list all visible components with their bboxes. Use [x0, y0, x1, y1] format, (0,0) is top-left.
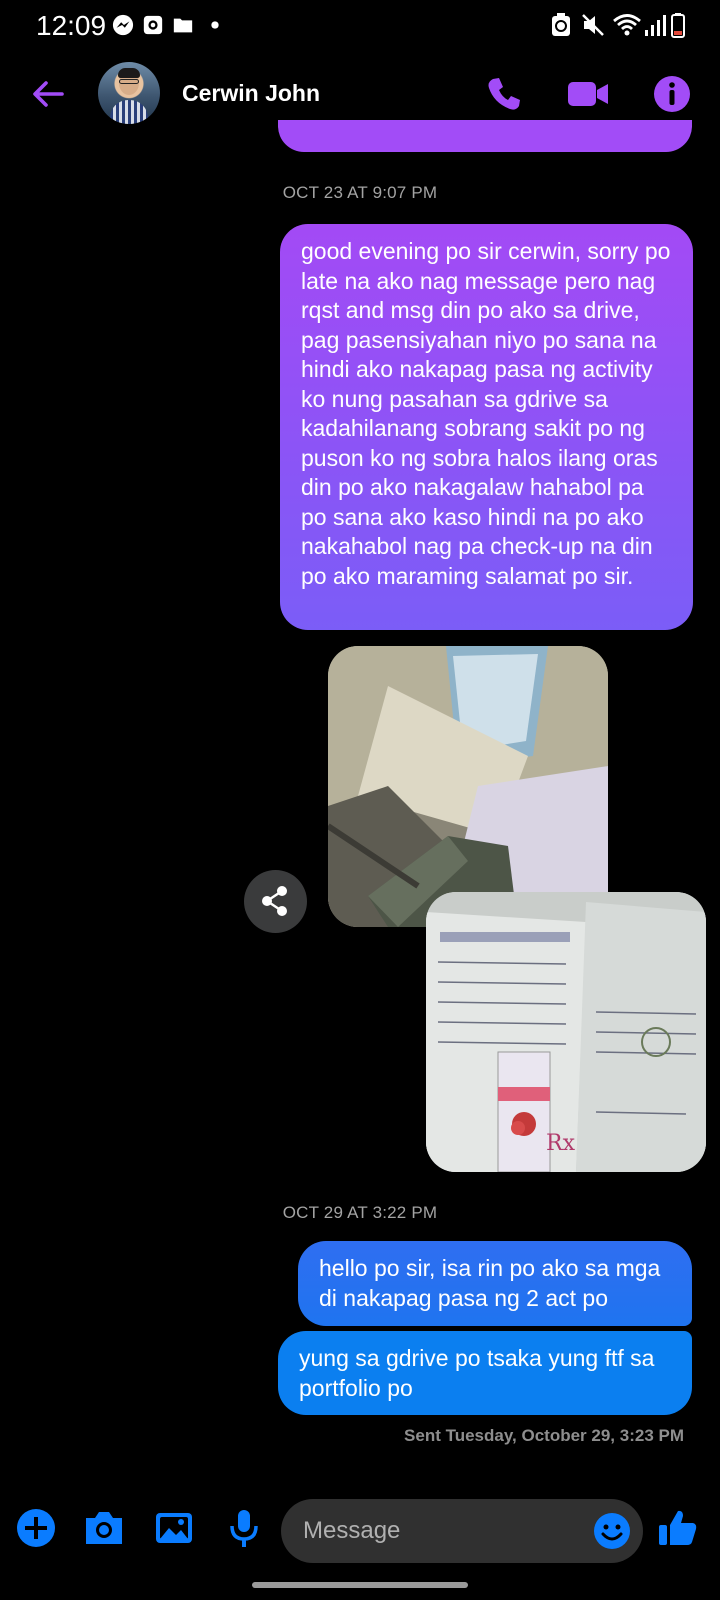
- camera-icon[interactable]: [82, 1506, 126, 1550]
- avatar[interactable]: [98, 62, 160, 124]
- back-arrow-icon[interactable]: [28, 74, 68, 114]
- status-bar: 12:09: [0, 0, 720, 52]
- screenshot-icon: [143, 15, 163, 35]
- message-input[interactable]: [281, 1499, 643, 1563]
- previous-message-bubble: [278, 120, 692, 152]
- signal-icon: [645, 15, 666, 36]
- message-timestamp: OCT 29 AT 3:22 PM: [282, 1203, 438, 1222]
- svg-text:Rx: Rx: [546, 1131, 576, 1156]
- composer: [0, 1490, 720, 1570]
- wifi-icon: [613, 14, 641, 36]
- messenger-icon: [112, 14, 134, 36]
- avatar-glasses: [119, 79, 139, 84]
- mute-icon: [582, 14, 604, 36]
- status-time: 12:09: [36, 10, 107, 41]
- plus-icon[interactable]: [14, 1506, 58, 1550]
- phone-icon[interactable]: [484, 74, 524, 114]
- share-button[interactable]: [244, 870, 307, 933]
- photo-attachment[interactable]: [328, 646, 608, 927]
- share-icon: [262, 886, 287, 916]
- microphone-icon[interactable]: [222, 1506, 266, 1550]
- dot-icon: [211, 21, 219, 29]
- folder-icon: [173, 18, 193, 33]
- emoji-icon[interactable]: [592, 1511, 632, 1551]
- avatar-hair: [118, 68, 140, 78]
- photo-attachment[interactable]: Rx: [426, 892, 706, 1172]
- photo-medical-certificate-icon: Rx: [426, 892, 706, 1172]
- gallery-icon[interactable]: [152, 1506, 196, 1550]
- avatar-shirt: [110, 100, 148, 124]
- battery-low-icon: [671, 13, 685, 38]
- thumbs-up-icon[interactable]: [656, 1506, 700, 1550]
- photo-hospital-bed-icon: [328, 646, 608, 927]
- battery-saver-icon: [552, 13, 570, 36]
- contact-name[interactable]: Cerwin John: [182, 80, 320, 107]
- message-bubble[interactable]: good evening po sir cerwin, sorry po lat…: [280, 224, 693, 630]
- message-bubble[interactable]: yung sa gdrive po tsaka yung ftf sa port…: [278, 1331, 692, 1415]
- video-call-icon[interactable]: [566, 74, 610, 114]
- home-indicator[interactable]: [252, 1582, 468, 1588]
- message-timestamp: OCT 23 AT 9:07 PM: [282, 183, 438, 202]
- info-icon[interactable]: [652, 74, 692, 114]
- message-bubble[interactable]: hello po sir, isa rin po ako sa mga di n…: [298, 1241, 692, 1326]
- sent-status: Sent Tuesday, October 29, 3:23 PM: [404, 1426, 684, 1445]
